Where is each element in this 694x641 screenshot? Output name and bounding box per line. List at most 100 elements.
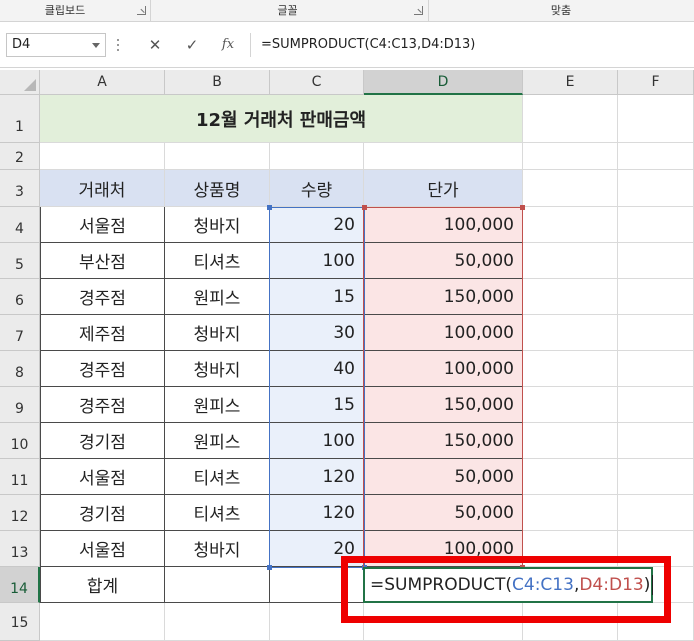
grip-icon[interactable] xyxy=(117,39,120,51)
table-cell-store[interactable]: 제주점 xyxy=(40,315,165,351)
table-cell-price[interactable]: 100,000 xyxy=(364,207,523,243)
table-cell-product[interactable]: 원피스 xyxy=(165,387,270,423)
column-header-b[interactable]: B xyxy=(165,70,270,95)
column-header-e[interactable]: E xyxy=(523,70,618,95)
cell-b15[interactable] xyxy=(165,603,270,641)
row-header-12[interactable]: 12 xyxy=(0,495,40,531)
row-header-8[interactable]: 8 xyxy=(0,351,40,387)
cell-e12[interactable] xyxy=(523,495,618,531)
header-product[interactable]: 상품명 xyxy=(165,170,270,207)
cell-f12[interactable] xyxy=(618,495,694,531)
chevron-down-icon[interactable] xyxy=(92,43,100,48)
table-cell-price[interactable]: 100,000 xyxy=(364,315,523,351)
select-all-button[interactable] xyxy=(0,70,40,95)
table-cell-qty[interactable]: 15 xyxy=(270,387,364,423)
range-handle[interactable] xyxy=(267,205,272,210)
header-price[interactable]: 단가 xyxy=(364,170,523,207)
cell-b2[interactable] xyxy=(165,143,270,170)
total-label[interactable]: 합계 xyxy=(40,567,165,603)
table-cell-product[interactable]: 청바지 xyxy=(165,531,270,567)
table-cell-product[interactable]: 청바지 xyxy=(165,315,270,351)
cell-f8[interactable] xyxy=(618,351,694,387)
cell-e11[interactable] xyxy=(523,459,618,495)
cell-f7[interactable] xyxy=(618,315,694,351)
table-cell-store[interactable]: 서울점 xyxy=(40,531,165,567)
cell-f4[interactable] xyxy=(618,207,694,243)
row-header-1[interactable]: 1 xyxy=(0,95,40,143)
cell-f1[interactable] xyxy=(618,95,694,143)
row-header-14[interactable]: 14 xyxy=(0,567,40,603)
header-qty[interactable]: 수량 xyxy=(270,170,364,207)
column-header-d[interactable]: D xyxy=(364,70,523,95)
cell-e10[interactable] xyxy=(523,423,618,459)
table-cell-qty[interactable]: 120 xyxy=(270,495,364,531)
table-cell-store[interactable]: 경주점 xyxy=(40,351,165,387)
cell-e13[interactable] xyxy=(523,531,618,567)
cell-f2[interactable] xyxy=(618,143,694,170)
cell-e1[interactable] xyxy=(523,95,618,143)
row-header-6[interactable]: 6 xyxy=(0,279,40,315)
cell-f15[interactable] xyxy=(618,603,694,641)
row-header-7[interactable]: 7 xyxy=(0,315,40,351)
table-cell-qty[interactable]: 120 xyxy=(270,459,364,495)
row-header-5[interactable]: 5 xyxy=(0,243,40,279)
table-cell-product[interactable]: 청바지 xyxy=(165,207,270,243)
cell-e4[interactable] xyxy=(523,207,618,243)
row-header-3[interactable]: 3 xyxy=(0,170,40,207)
table-cell-product[interactable]: 티셔츠 xyxy=(165,495,270,531)
cell-f10[interactable] xyxy=(618,423,694,459)
table-cell-qty[interactable]: 100 xyxy=(270,243,364,279)
table-cell-product[interactable]: 티셔츠 xyxy=(165,243,270,279)
table-cell-price[interactable]: 150,000 xyxy=(364,279,523,315)
cell-f13[interactable] xyxy=(618,531,694,567)
row-header-13[interactable]: 13 xyxy=(0,531,40,567)
range-handle[interactable] xyxy=(520,205,525,210)
formula-input[interactable]: =SUMPRODUCT(C4:C13,D4:D13) xyxy=(250,33,694,57)
cell-a2[interactable] xyxy=(40,143,165,170)
table-cell-store[interactable]: 경기점 xyxy=(40,495,165,531)
table-cell-qty[interactable]: 20 xyxy=(270,531,364,567)
range-handle[interactable] xyxy=(362,205,367,210)
cell-d15[interactable] xyxy=(364,603,523,641)
table-cell-price[interactable]: 100,000 xyxy=(364,351,523,387)
cell-b14[interactable] xyxy=(165,567,270,603)
cell-c14[interactable] xyxy=(270,567,364,603)
table-cell-qty[interactable]: 15 xyxy=(270,279,364,315)
cell-e15[interactable] xyxy=(523,603,618,641)
column-header-c[interactable]: C xyxy=(270,70,364,95)
row-header-2[interactable]: 2 xyxy=(0,143,40,170)
cell-d2[interactable] xyxy=(364,143,523,170)
table-cell-price[interactable]: 50,000 xyxy=(364,495,523,531)
cell-e3[interactable] xyxy=(523,170,618,207)
table-cell-store[interactable]: 경주점 xyxy=(40,387,165,423)
table-cell-store[interactable]: 서울점 xyxy=(40,459,165,495)
table-cell-price[interactable]: 150,000 xyxy=(364,387,523,423)
cell-c2[interactable] xyxy=(270,143,364,170)
cell-e7[interactable] xyxy=(523,315,618,351)
cell-f3[interactable] xyxy=(618,170,694,207)
table-cell-qty[interactable]: 20 xyxy=(270,207,364,243)
header-store[interactable]: 거래처 xyxy=(40,170,165,207)
cell-a15[interactable] xyxy=(40,603,165,641)
cell-e6[interactable] xyxy=(523,279,618,315)
table-cell-qty[interactable]: 100 xyxy=(270,423,364,459)
fx-icon[interactable]: fx xyxy=(214,33,242,57)
row-header-9[interactable]: 9 xyxy=(0,387,40,423)
row-header-4[interactable]: 4 xyxy=(0,207,40,243)
cell-e9[interactable] xyxy=(523,387,618,423)
row-header-15[interactable]: 15 xyxy=(0,603,40,641)
cell-e5[interactable] xyxy=(523,243,618,279)
cell-e8[interactable] xyxy=(523,351,618,387)
table-cell-product[interactable]: 청바지 xyxy=(165,351,270,387)
cell-f9[interactable] xyxy=(618,387,694,423)
table-cell-product[interactable]: 원피스 xyxy=(165,423,270,459)
table-cell-price[interactable]: 150,000 xyxy=(364,423,523,459)
title-cell[interactable]: 12월 거래처 판매금액 xyxy=(40,95,523,143)
row-header-11[interactable]: 11 xyxy=(0,459,40,495)
table-cell-store[interactable]: 부산점 xyxy=(40,243,165,279)
cell-f5[interactable] xyxy=(618,243,694,279)
cell-e2[interactable] xyxy=(523,143,618,170)
column-header-a[interactable]: A xyxy=(40,70,165,95)
cell-c15[interactable] xyxy=(270,603,364,641)
table-cell-store[interactable]: 경주점 xyxy=(40,279,165,315)
